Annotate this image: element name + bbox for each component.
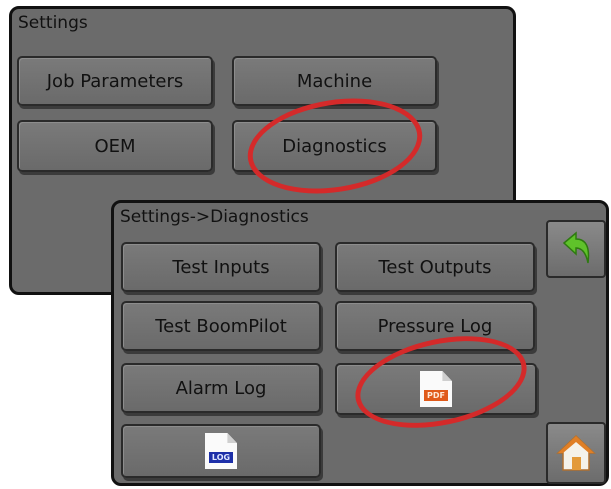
test-inputs-button[interactable]: Test Inputs [121,242,321,292]
log-file-icon: LOG [205,433,237,469]
test-outputs-button[interactable]: Test Outputs [335,242,535,292]
oem-button[interactable]: OEM [17,120,213,172]
pdf-tag: PDF [424,390,448,401]
back-arrow-icon [562,231,590,264]
diagnostics-title: Settings->Diagnostics [120,207,309,227]
pdf-file-icon: PDF [420,371,452,407]
pdf-export-button[interactable]: PDF [335,363,537,415]
test-boompilot-button[interactable]: Test BoomPilot [121,301,321,351]
alarm-log-button[interactable]: Alarm Log [121,363,321,413]
pressure-log-button[interactable]: Pressure Log [335,301,535,351]
diagnostics-panel: Settings->Diagnostics Test Inputs Test O… [111,200,609,486]
settings-title: Settings [18,13,88,33]
log-export-button[interactable]: LOG [121,424,321,478]
machine-button[interactable]: Machine [232,56,437,106]
job-parameters-button[interactable]: Job Parameters [17,56,213,106]
diagnostics-button[interactable]: Diagnostics [232,120,437,172]
home-button[interactable] [546,422,606,484]
home-icon [556,434,596,471]
log-tag: LOG [209,452,233,463]
back-button[interactable] [546,220,606,278]
